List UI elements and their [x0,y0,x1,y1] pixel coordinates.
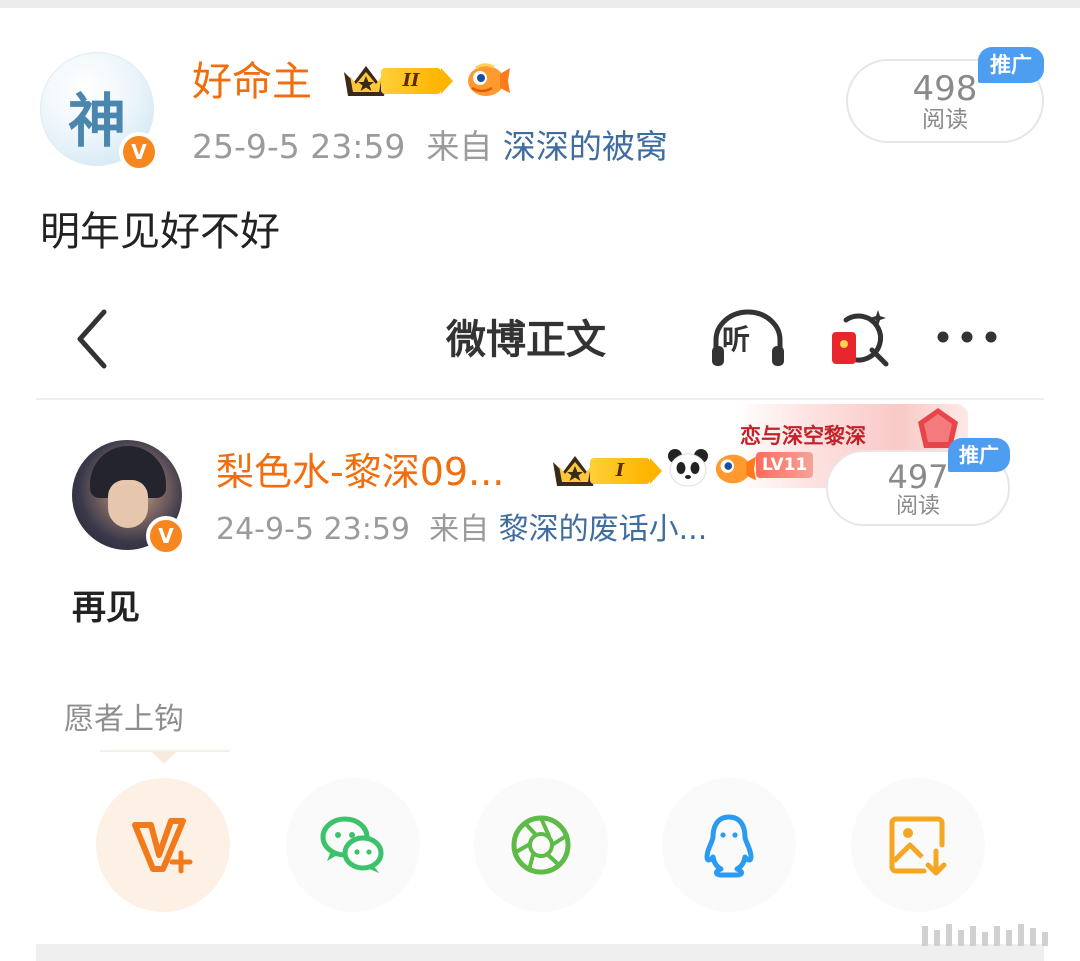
listen-label: 听 [722,323,751,356]
read-label-2: 阅读 [895,494,940,519]
promo-tag[interactable]: 推广 [978,47,1044,83]
more-icon[interactable] [934,322,1000,352]
source-link[interactable]: 深深的被窝 [503,127,668,166]
share-wechat-button[interactable] [286,778,420,912]
share-vplus-button[interactable] [96,778,230,912]
username[interactable]: 好命主 [192,54,312,110]
back-icon[interactable] [72,306,112,372]
share-moments-button[interactable] [474,778,608,912]
wechat-icon [320,816,384,873]
nav-divider [36,398,1044,400]
watermark-icon [922,924,1048,946]
save-image-icon [889,816,947,876]
qq-icon [704,814,754,878]
verified-badge-icon: V [146,516,186,556]
source-link-2[interactable]: 黎深的废话小... [499,512,708,547]
from-label-2: 来自 [429,512,490,547]
timestamp-2: 24-9-5 23:59 [216,512,410,547]
post-content-2: 再见 [72,588,140,628]
red-packet-search-icon[interactable] [828,306,892,370]
fish-icon [715,454,756,484]
user-avatar[interactable]: 神 V [40,52,159,172]
promo-tag-2[interactable]: 推广 [948,438,1010,472]
top-divider [0,0,1080,8]
read-label: 阅读 [922,107,968,133]
fish-icon [468,63,510,96]
bottom-bar [36,944,1044,961]
username-2[interactable]: 梨色水-黎深09... [216,446,504,498]
share-caret [152,752,176,764]
promo-banner-text: 恋与深空黎深 [740,424,866,448]
vip-level-tag-2: I [590,458,662,484]
post-meta: 25-9-5 23:59 来自 深深的被窝 [192,124,668,170]
vip-crown-badge[interactable]: II [341,60,457,100]
timestamp: 25-9-5 23:59 [192,127,406,166]
post-meta-2: 24-9-5 23:59 来自 黎深的废话小... [216,508,707,552]
listen-button[interactable]: 听 [708,306,788,370]
avatar-face [108,480,148,528]
page-title: 微博正文 [446,317,606,363]
panda-icon [668,449,708,487]
from-label: 来自 [426,127,493,166]
vip-level-tag: II [381,68,453,94]
vplus-icon [132,818,193,874]
level-tag: LV11 [756,452,814,478]
share-qq-button[interactable] [662,778,796,912]
vip-crown-badge-2[interactable]: I [550,450,666,490]
share-save-image-button[interactable] [851,778,985,912]
verified-badge-icon: V [119,132,159,172]
share-label: 愿者上钩 [64,702,184,737]
post-content: 明年见好不好 [40,209,280,255]
moments-icon [511,815,571,875]
